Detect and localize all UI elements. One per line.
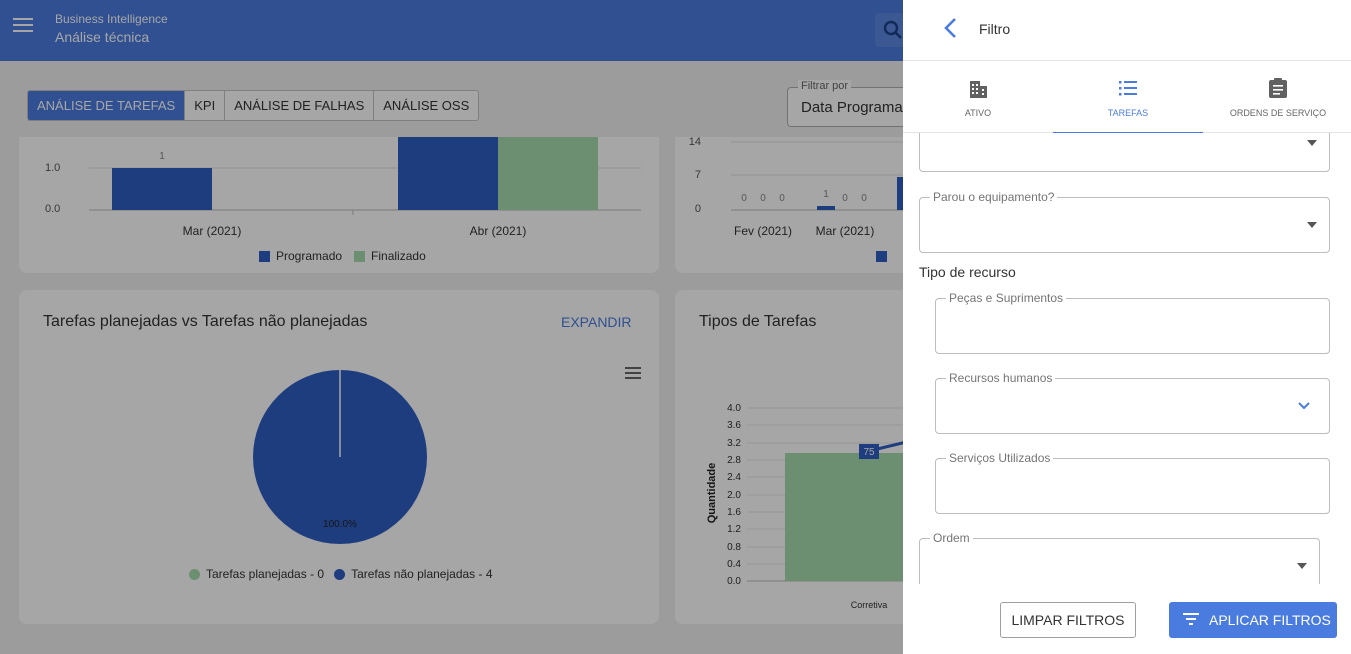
field-label: Serviços Utilizados — [946, 451, 1054, 465]
human-resources-select[interactable]: Recursos humanos — [935, 371, 1330, 434]
section-title: Tipo de recurso — [919, 264, 1016, 280]
field-label: Recursos humanos — [946, 371, 1056, 385]
filter-drawer: Filtro ATIVO TAREFAS ORDENS DE SERVIÇO P… — [903, 0, 1351, 654]
tab-label: TAREFAS — [1107, 108, 1149, 118]
drawer-tabs: ATIVO TAREFAS ORDENS DE SERVIÇO — [903, 61, 1351, 134]
tab-ativo[interactable]: ATIVO — [903, 61, 1053, 133]
tab-tarefas[interactable]: TAREFAS — [1053, 61, 1203, 134]
caret-down-icon — [1307, 139, 1317, 146]
services-used-field[interactable]: Serviços Utilizados — [935, 451, 1330, 514]
drawer-header: Filtro — [903, 0, 1351, 61]
caret-down-icon — [1297, 563, 1307, 569]
apply-filters-button[interactable]: APLICAR FILTROS — [1169, 602, 1337, 638]
building-icon — [970, 81, 987, 98]
drawer-footer: LIMPAR FILTROS APLICAR FILTROS — [903, 584, 1351, 654]
clear-filters-button[interactable]: LIMPAR FILTROS — [1000, 602, 1136, 638]
select-field-top[interactable] — [919, 133, 1330, 172]
chevron-down-icon — [1298, 402, 1310, 410]
order-select[interactable]: Ordem — [919, 531, 1320, 584]
tab-ordens-servico[interactable]: ORDENS DE SERVIÇO — [1203, 61, 1351, 133]
parts-supplies-field[interactable]: Peças e Suprimentos — [935, 291, 1330, 354]
field-label: Ordem — [930, 531, 973, 545]
clipboard-icon — [1269, 78, 1287, 98]
apply-filters-label: APLICAR FILTROS — [1209, 612, 1331, 628]
filter-icon — [1183, 613, 1199, 627]
field-label: Peças e Suprimentos — [946, 291, 1067, 305]
caret-down-icon — [1307, 222, 1317, 228]
back-arrow-icon[interactable] — [943, 17, 959, 39]
field-label: Parou o equipamento? — [930, 190, 1058, 204]
list-icon — [1119, 81, 1137, 96]
drawer-title: Filtro — [979, 21, 1011, 37]
tab-label: ATIVO — [964, 108, 992, 118]
stopped-equipment-select[interactable]: Parou o equipamento? — [919, 190, 1330, 253]
tab-label: ORDENS DE SERVIÇO — [1229, 108, 1327, 118]
drawer-body[interactable]: Parou o equipamento? Tipo de recurso Peç… — [903, 133, 1351, 584]
